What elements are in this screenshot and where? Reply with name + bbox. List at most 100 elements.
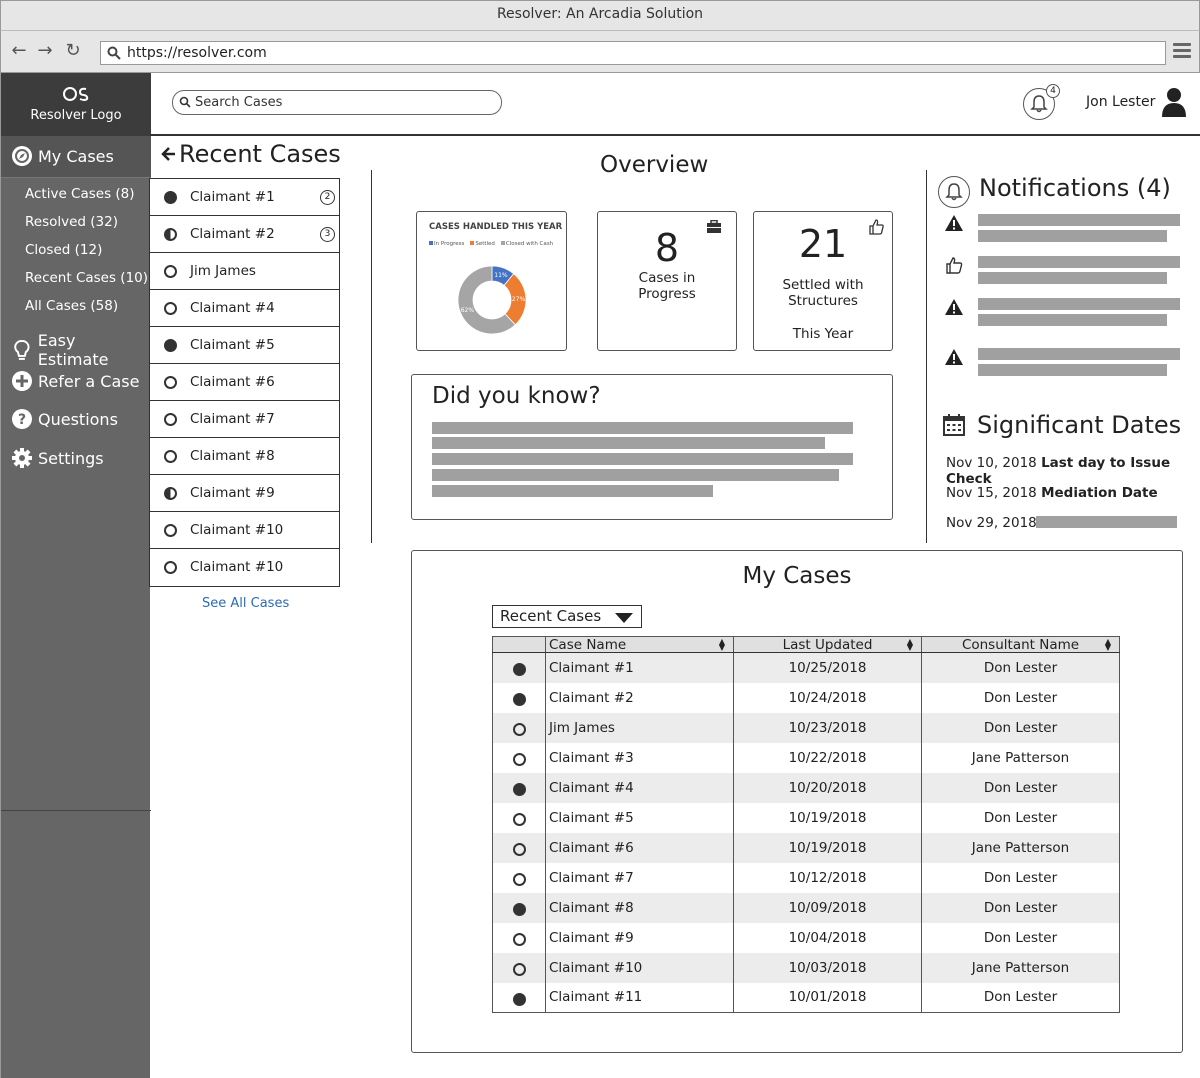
- notification-bar: [978, 214, 1180, 226]
- logo[interactable]: Resolver Logo: [1, 73, 151, 136]
- last-updated-cell: 10/04/2018: [733, 922, 922, 953]
- stat-in-progress-value: 8: [654, 226, 680, 270]
- recent-case-name: Claimant #6: [190, 374, 275, 390]
- notifications-title: Notifications (4): [979, 174, 1171, 202]
- recent-case-item[interactable]: Claimant #6: [150, 364, 339, 401]
- notification-bar: [978, 256, 1180, 268]
- case-name-cell: Claimant #10: [545, 952, 734, 983]
- donut-chart: 11% 27% 62%: [457, 265, 527, 335]
- nav-questions[interactable]: ? Questions: [11, 408, 118, 430]
- last-updated-cell: 10/03/2018: [733, 952, 922, 983]
- notification-bar: [978, 298, 1180, 310]
- last-updated-cell: 10/12/2018: [733, 862, 922, 893]
- consultant-cell: Jane Patterson: [921, 832, 1120, 863]
- date-event-placeholder: [1036, 516, 1177, 528]
- table-row[interactable]: Claimant #9 10/04/2018 Don Lester: [492, 922, 1120, 953]
- recent-case-name: Claimant #7: [190, 411, 275, 427]
- back-arrow-icon[interactable]: [160, 146, 176, 162]
- text-placeholder-bar: [432, 469, 839, 481]
- consultant-cell: Jane Patterson: [921, 952, 1120, 983]
- back-icon[interactable]: ←: [9, 41, 29, 61]
- nav-refer-case-label: Refer a Case: [38, 371, 140, 391]
- recent-cases-header[interactable]: Recent Cases: [160, 140, 341, 168]
- user-name[interactable]: Jon Lester: [1086, 94, 1155, 110]
- nav-refer-case[interactable]: Refer a Case: [11, 370, 139, 392]
- status-dot-icon: [164, 561, 177, 574]
- recent-case-item[interactable]: Claimant #10: [150, 512, 339, 549]
- address-bar[interactable]: https://resolver.com: [100, 41, 1166, 65]
- text-placeholder-bar: [432, 422, 853, 434]
- recent-case-item[interactable]: Claimant #4: [150, 290, 339, 327]
- gear-icon: [12, 448, 32, 468]
- column-header-consultant[interactable]: Consultant Name ▲ ▼: [921, 636, 1120, 653]
- status-dot-icon: [512, 843, 526, 856]
- consultant-cell: Don Lester: [921, 772, 1120, 803]
- stat-in-progress-label-2: Progress: [638, 286, 696, 302]
- recent-case-item[interactable]: Claimant #1 2: [150, 179, 339, 216]
- user-icon[interactable]: [1160, 87, 1188, 117]
- status-column-header: [492, 636, 546, 653]
- status-cell: [492, 952, 546, 983]
- table-row[interactable]: Jim James 10/23/2018 Don Lester: [492, 712, 1120, 743]
- sidebar-item-resolved[interactable]: Resolved (32): [25, 214, 118, 230]
- sort-icon[interactable]: ▲ ▼: [719, 638, 725, 652]
- table-row[interactable]: Claimant #8 10/09/2018 Don Lester: [492, 892, 1120, 923]
- status-dot-icon: [512, 963, 526, 976]
- recent-case-item[interactable]: Jim James: [150, 253, 339, 290]
- menu-icon[interactable]: [1173, 43, 1191, 61]
- recent-case-item[interactable]: Claimant #2 3: [150, 216, 339, 253]
- status-dot-icon: [164, 487, 177, 500]
- sidebar-item-all-cases[interactable]: All Cases (58): [25, 298, 118, 314]
- table-row[interactable]: Claimant #3 10/22/2018 Jane Patterson: [492, 742, 1120, 773]
- table-row[interactable]: Claimant #11 10/01/2018 Don Lester: [492, 982, 1120, 1013]
- pie-slice-label: 62%: [461, 307, 475, 314]
- status-dot-icon: [512, 723, 526, 736]
- status-dot-icon: [512, 693, 526, 706]
- case-name-cell: Claimant #6: [545, 832, 734, 863]
- nav-my-cases[interactable]: My Cases: [11, 145, 114, 167]
- sidebar-item-closed[interactable]: Closed (12): [25, 242, 102, 258]
- table-row[interactable]: Claimant #7 10/12/2018 Don Lester: [492, 862, 1120, 893]
- status-cell: [492, 712, 546, 743]
- table-row[interactable]: Claimant #5 10/19/2018 Don Lester: [492, 802, 1120, 833]
- nav-questions-label: Questions: [38, 409, 118, 429]
- recent-case-item[interactable]: Claimant #9: [150, 475, 339, 512]
- refresh-icon[interactable]: ↻: [63, 41, 83, 61]
- table-row[interactable]: Claimant #10 10/03/2018 Jane Patterson: [492, 952, 1120, 983]
- recent-case-item[interactable]: Claimant #5: [150, 327, 339, 364]
- consultant-cell: Don Lester: [921, 862, 1120, 893]
- nav-easy-estimate-label: Easy Estimate: [37, 331, 109, 369]
- recent-case-item[interactable]: Claimant #7: [150, 401, 339, 438]
- table-row[interactable]: Claimant #4 10/20/2018 Don Lester: [492, 772, 1120, 803]
- case-name-cell: Claimant #4: [545, 772, 734, 803]
- status-cell: [492, 892, 546, 923]
- unread-count-badge: 2: [320, 190, 335, 205]
- table-row[interactable]: Claimant #1 10/25/2018 Don Lester: [492, 652, 1120, 683]
- notification-bar: [978, 314, 1167, 326]
- status-dot-icon: [512, 933, 526, 946]
- search-input[interactable]: Search Cases: [172, 90, 502, 115]
- column-header-last-updated[interactable]: Last Updated ▲ ▼: [733, 636, 922, 653]
- recent-case-item[interactable]: Claimant #10: [150, 549, 339, 586]
- stat-settled-label-3: This Year: [792, 326, 854, 342]
- case-filter-dropdown[interactable]: Recent Cases: [492, 605, 642, 628]
- nav-settings[interactable]: Settings: [11, 447, 104, 469]
- column-header-case-name[interactable]: Case Name ▲ ▼: [545, 636, 734, 653]
- did-you-know-card: Did you know?: [411, 374, 893, 520]
- table-row[interactable]: Claimant #6 10/19/2018 Jane Patterson: [492, 832, 1120, 863]
- nav-easy-estimate[interactable]: Easy Estimate: [11, 331, 150, 369]
- recent-case-name: Claimant #8: [190, 448, 275, 464]
- status-dot-icon: [164, 339, 177, 352]
- stat-card-settled[interactable]: 21 Settled with Structures This Year: [753, 211, 893, 351]
- sort-icon[interactable]: ▲ ▼: [1105, 638, 1111, 652]
- table-row[interactable]: Claimant #2 10/24/2018 Don Lester: [492, 682, 1120, 713]
- recent-case-item[interactable]: Claimant #8: [150, 438, 339, 475]
- sidebar-item-recent-cases[interactable]: Recent Cases (10): [25, 270, 148, 286]
- stat-card-in-progress[interactable]: 8 Cases in Progress: [597, 211, 737, 351]
- forward-icon[interactable]: →: [35, 41, 55, 61]
- see-all-cases-link[interactable]: See All Cases: [202, 596, 289, 611]
- sort-icon[interactable]: ▲ ▼: [907, 638, 913, 652]
- sidebar-item-active-cases[interactable]: Active Cases (8): [25, 186, 135, 202]
- nav-my-cases-label: My Cases: [38, 146, 114, 166]
- significant-dates-title: Significant Dates: [977, 411, 1182, 439]
